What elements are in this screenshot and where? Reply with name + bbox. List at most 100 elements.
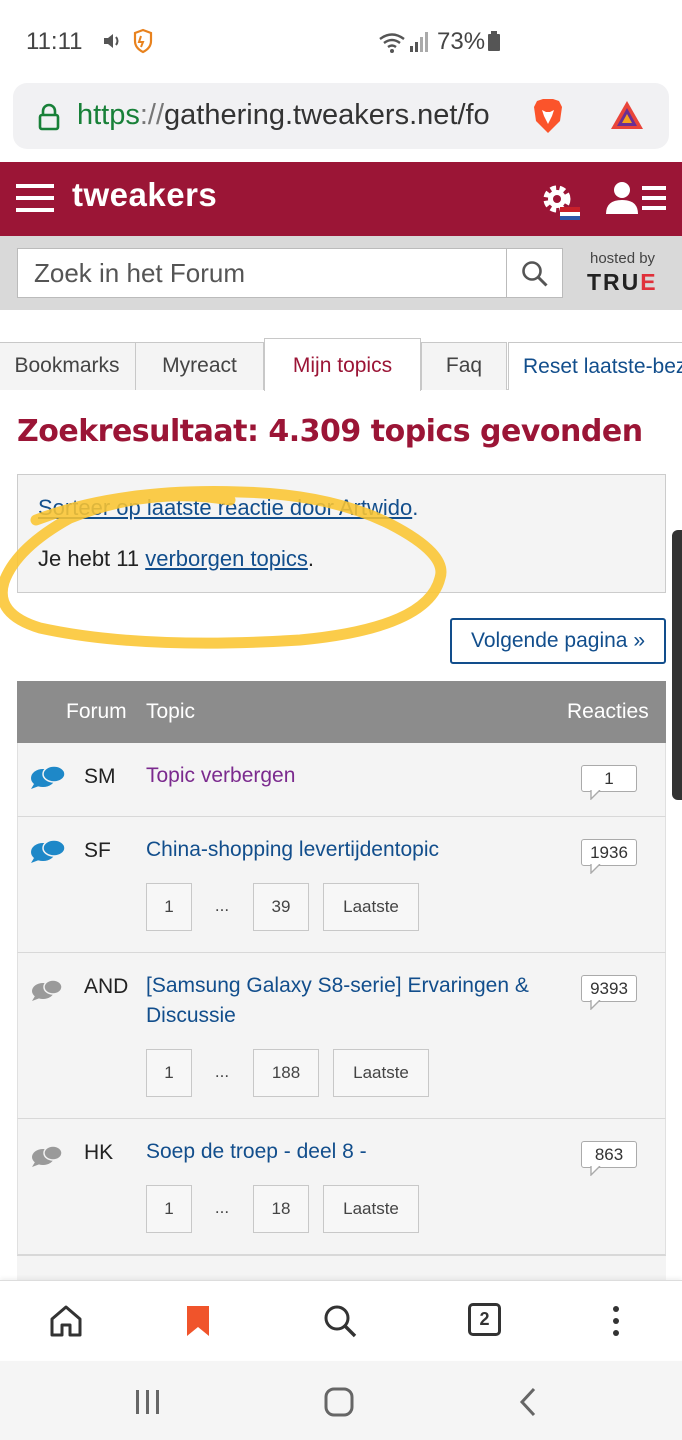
hidden-topics-end: .	[307, 546, 315, 571]
topic-title-link[interactable]: [Samsung Galaxy S8-serie] Ervaringen & D…	[146, 971, 556, 1031]
sort-by-last-reaction-link[interactable]: Sorteer op laatste reactie door Artwido	[38, 495, 412, 520]
topic-title-link[interactable]: China-shopping levertijdentopic	[146, 835, 556, 865]
reaction-count: 1936	[581, 839, 637, 874]
last-page-link[interactable]: Laatste	[323, 1185, 419, 1233]
sponsor-logo-end: E	[640, 269, 658, 295]
user-menu-icon[interactable]	[604, 180, 668, 216]
reaction-count: 9393	[581, 975, 637, 1010]
page-link[interactable]: 18	[253, 1185, 309, 1233]
signal-icon	[410, 32, 428, 52]
column-forum: Forum	[66, 700, 127, 723]
url-host-path: gathering.tweakers.net/fo	[164, 99, 490, 131]
last-page-link[interactable]: Laatste	[323, 883, 419, 931]
hidden-topics-prefix: Je hebt 11	[38, 546, 146, 571]
wifi-icon	[379, 33, 405, 53]
more-options-icon[interactable]	[598, 1303, 634, 1339]
page-link[interactable]: 39	[253, 883, 309, 931]
topic-title-link[interactable]: Topic verbergen	[146, 761, 556, 791]
volume-icon	[104, 34, 119, 48]
speech-tail-icon	[590, 864, 601, 874]
sponsor-logo-main: TRU	[587, 269, 641, 295]
topic-title-link[interactable]: Soep de troep - deel 8 -	[146, 1137, 556, 1167]
forum-search-bar: hosted by TRUE	[0, 236, 682, 310]
search-button[interactable]	[507, 248, 563, 298]
forum-code[interactable]: SF	[84, 839, 111, 863]
tab-faq[interactable]: Faq	[421, 342, 507, 390]
url-scheme: https	[77, 99, 140, 131]
page-link[interactable]: 1	[146, 1185, 192, 1233]
status-bar: 11:11 73%	[0, 0, 682, 82]
sort-line-end: .	[412, 495, 419, 520]
battery-icon	[488, 31, 500, 51]
reaction-count-value: 1	[581, 765, 637, 792]
next-page-button[interactable]: Volgende pagina »	[450, 618, 666, 664]
tab-mijn-topics[interactable]: Mijn topics	[264, 338, 421, 391]
forum-search-input[interactable]	[17, 248, 507, 298]
table-row: AND [Samsung Galaxy S8-serie] Ervaringen…	[17, 953, 666, 1119]
search-icon[interactable]	[322, 1303, 358, 1339]
reaction-count-value: 863	[581, 1141, 637, 1168]
speech-tail-icon	[590, 790, 601, 800]
page-link[interactable]: 188	[253, 1049, 319, 1097]
table-row: HK Soep de troep - deel 8 - 863 1 ... 18…	[17, 1119, 666, 1255]
reaction-count: 1	[581, 765, 637, 800]
page-ellipsis: ...	[214, 1198, 230, 1217]
hamburger-menu-icon[interactable]	[16, 182, 54, 214]
system-navigation-bar	[0, 1361, 682, 1440]
forum-tabs: Bookmarks Myreact Mijn topics Faq Reset …	[0, 338, 682, 391]
site-header: tweakers	[0, 162, 682, 236]
settings-gear-icon[interactable]	[538, 180, 582, 224]
topic-read-icon	[32, 979, 63, 1001]
battery-percentage: 73%	[437, 28, 486, 55]
site-logo[interactable]: tweakers	[72, 176, 217, 214]
open-tabs-button[interactable]: 2	[468, 1303, 501, 1336]
last-page-link[interactable]: Laatste	[333, 1049, 429, 1097]
table-row-partial	[17, 1255, 666, 1280]
browser-toolbar: 2	[0, 1280, 682, 1360]
table-row: SM Topic verbergen 1	[17, 743, 666, 817]
reaction-count-value: 9393	[581, 975, 637, 1002]
info-box: Sorteer op laatste reactie door Artwido.…	[17, 474, 666, 593]
topics-table-header: Forum Topic Reacties	[17, 681, 666, 743]
hidden-topics-link[interactable]: verborgen topics	[145, 546, 308, 571]
speech-tail-icon	[590, 1166, 601, 1176]
brave-shields-icon[interactable]	[531, 97, 565, 135]
page-ellipsis: ...	[214, 1062, 230, 1081]
recent-apps-icon[interactable]	[131, 1385, 165, 1419]
forum-code[interactable]: AND	[84, 975, 128, 999]
column-reactions: Reacties	[567, 700, 649, 723]
tab-reset-last-visit[interactable]: Reset laatste-bez	[508, 342, 682, 390]
forum-code[interactable]: HK	[84, 1141, 113, 1165]
reaction-count-value: 1936	[581, 839, 637, 866]
page-link[interactable]: 1	[146, 1049, 192, 1097]
table-row: SF China-shopping levertijdentopic 1936 …	[17, 817, 666, 953]
speech-tail-icon	[590, 1000, 601, 1010]
brave-rewards-icon[interactable]	[609, 99, 645, 131]
status-time: 11:11	[26, 28, 83, 55]
search-icon	[522, 261, 548, 287]
sort-line: Sorteer op laatste reactie door Artwido.	[38, 495, 418, 521]
topic-new-replies-icon	[31, 839, 66, 863]
hidden-topics-line: Je hebt 11 verborgen topics.	[38, 546, 314, 572]
url-text[interactable]: https://gathering.tweakers.net/fo	[77, 99, 517, 132]
shield-icon	[133, 28, 153, 54]
scroll-handle[interactable]	[672, 530, 682, 800]
home-button-icon[interactable]	[322, 1385, 356, 1419]
bookmarks-icon[interactable]	[180, 1303, 216, 1339]
column-topic: Topic	[146, 700, 196, 723]
page-ellipsis: ...	[214, 896, 230, 915]
home-icon[interactable]	[48, 1303, 84, 1339]
topic-new-replies-icon	[31, 765, 66, 789]
tab-bookmarks[interactable]: Bookmarks	[0, 342, 136, 390]
back-icon[interactable]	[512, 1385, 546, 1419]
forum-code[interactable]: SM	[84, 765, 116, 789]
topic-read-icon	[32, 1145, 63, 1167]
lock-icon	[38, 103, 60, 131]
url-separator: ://	[139, 99, 165, 131]
sponsor-logo[interactable]: TRUE	[587, 269, 658, 296]
address-bar[interactable]: https://gathering.tweakers.net/fo	[13, 83, 669, 149]
hosted-by-label: hosted by	[590, 250, 656, 267]
reaction-count: 863	[581, 1141, 637, 1176]
page-link[interactable]: 1	[146, 883, 192, 931]
tab-myreact[interactable]: Myreact	[135, 342, 264, 390]
